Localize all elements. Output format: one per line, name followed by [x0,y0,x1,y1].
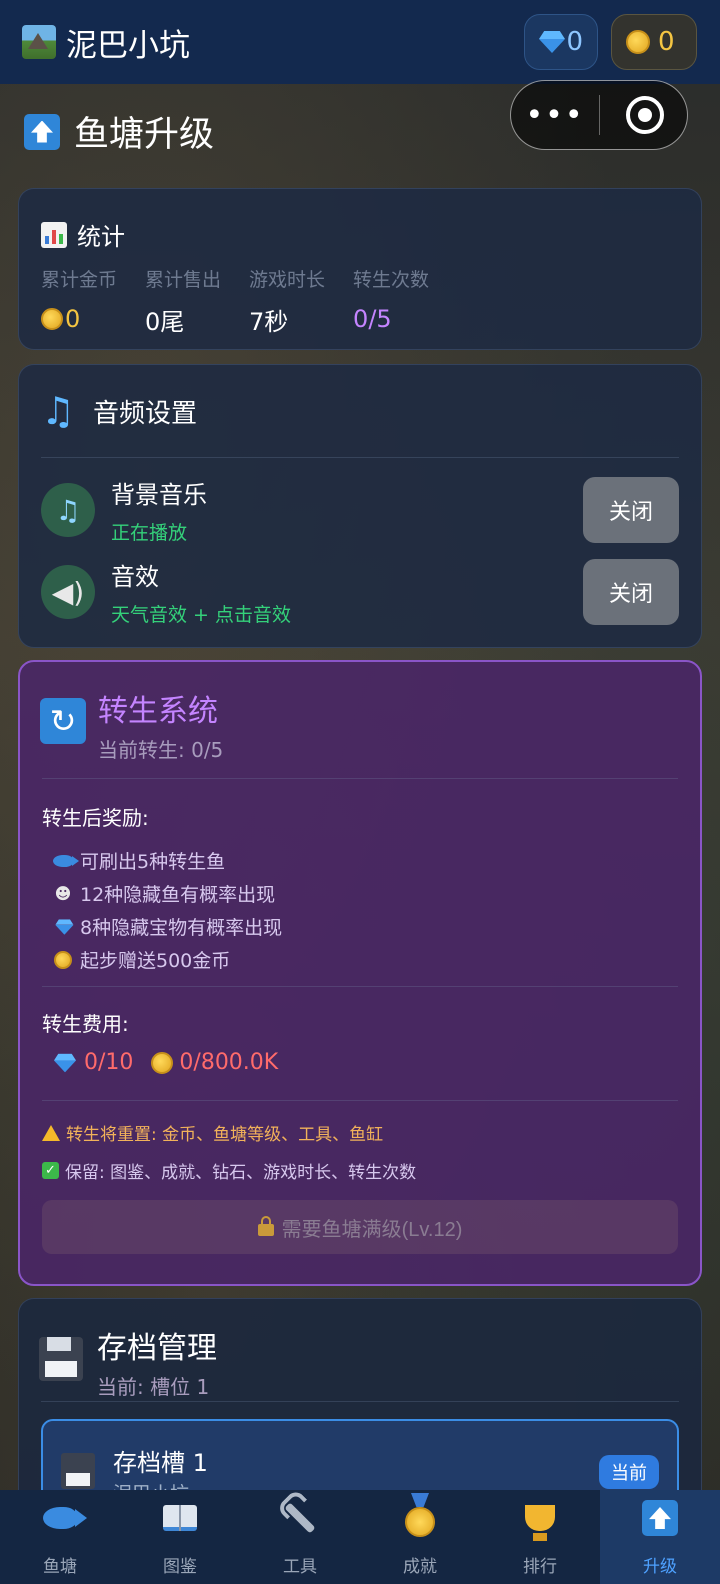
bgm-toggle-button[interactable]: 关闭 [583,477,679,543]
warning-icon [42,1124,60,1141]
rebirth-card: ↻ 转生系统 当前转生: 0/5 转生后奖励: 可刷出5种转生鱼 ☻ 12种隐藏鱼… [18,660,702,1286]
rebirth-button[interactable]: 需要鱼塘满级(Lv.12) [42,1200,678,1254]
stats-card: 统计 累计金币 0 累计售出 0尾 游戏时长 7秒 转生次数 0/5 [18,188,702,350]
rebirth-current: 当前转生: 0/5 [98,738,224,762]
trophy-icon [525,1505,555,1541]
medal-icon [405,1507,435,1537]
sfx-status: 天气音效 + 点击音效 [111,604,291,626]
audio-title: 音频设置 [93,398,198,429]
bgm-row: ♫ 背景音乐 正在播放 关闭 [41,477,679,544]
bgm-status: 正在播放 [111,522,188,544]
sfx-label: 音效 [111,563,159,591]
wrench-icon [284,1502,316,1534]
diamond-icon [54,1053,76,1072]
music-notes-icon: ♫ [41,483,95,537]
reward-item: 起步赠送500金币 [52,943,282,976]
music-note-icon: ♫ [41,389,76,433]
current-badge: 当前 [599,1455,659,1489]
tab-upgrade[interactable]: 升级 [600,1490,720,1584]
ghost-icon: ☻ [54,884,72,903]
rewards-label: 转生后奖励: [42,806,149,830]
save-title: 存档管理 [97,1331,217,1366]
coin-icon [41,308,63,330]
stat-total-sold: 累计售出 0尾 [145,269,222,336]
divider [42,1100,678,1101]
refresh-icon: ↻ [40,698,86,744]
rebirth-title: 转生系统 [98,694,218,729]
capsule-divider [599,95,600,135]
gem-count: 0 [566,27,583,57]
diamond-icon [55,919,70,934]
coin-counter[interactable]: 0 [611,14,697,70]
check-icon: ✓ [42,1162,59,1179]
divider [41,457,679,458]
coin-count: 0 [658,27,675,57]
tab-leaderboard[interactable]: 排行 [480,1490,600,1584]
reward-item: 可刷出5种转生鱼 [52,844,282,877]
bgm-label: 背景音乐 [111,481,207,509]
tab-achievements[interactable]: 成就 [360,1490,480,1584]
coin-icon [626,30,650,54]
bar-chart-icon [41,221,67,248]
book-icon [163,1505,197,1531]
audio-header: ♫ 音频设置 [41,389,197,433]
save-current: 当前: 槽位 1 [97,1375,210,1399]
stat-rebirth-count: 转生次数 0/5 [353,269,430,333]
coin-icon [54,950,72,969]
miniprogram-capsule: ••• [510,80,688,150]
stats-title: 统计 [77,223,125,251]
rebirth-cost: 0/10 0/800.0K [52,1050,278,1075]
coin-icon [151,1051,174,1074]
stats-header: 统计 [41,217,125,252]
more-menu-button[interactable]: ••• [511,98,599,133]
stat-play-time: 游戏时长 7秒 [249,269,326,336]
landscape-icon [22,25,56,59]
floppy-disk-icon [61,1453,95,1489]
reward-item: 8种隐藏宝物有概率出现 [52,910,282,943]
sfx-toggle-button[interactable]: 关闭 [583,559,679,625]
tab-pond[interactable]: 鱼塘 [0,1490,120,1584]
fish-icon [53,854,79,867]
fish-icon [43,1507,87,1529]
bottom-tab-bar: 鱼塘 图鉴 工具 成就 排行 升级 [0,1490,720,1584]
tab-tools[interactable]: 工具 [240,1490,360,1584]
target-icon [638,108,652,122]
slot-title: 存档槽 1 [113,1449,208,1477]
tab-collection[interactable]: 图鉴 [120,1490,240,1584]
page-title: 鱼塘升级 [74,115,215,155]
divider [41,1401,679,1402]
audio-settings-card: ♫ 音频设置 ♫ 背景音乐 正在播放 关闭 ◀) 音效 天气音效 + 点击音效 … [18,364,702,648]
upgrade-icon [642,1500,678,1536]
divider [42,778,678,779]
floppy-disk-icon [39,1337,83,1381]
reward-item: ☻ 12种隐藏鱼有概率出现 [52,877,282,910]
keep-note: ✓ 保留: 图鉴、成就、钻石、游戏时长、转生次数 [42,1158,416,1183]
sfx-row: ◀) 音效 天气音效 + 点击音效 关闭 [41,559,679,626]
speaker-icon: ◀) [41,565,95,619]
reset-warning: 转生将重置: 金币、鱼塘等级、工具、鱼缸 [42,1120,383,1145]
cost-coins: 0/800.0K [179,1050,279,1075]
stats-grid: 累计金币 0 累计售出 0尾 游戏时长 7秒 转生次数 0/5 [41,265,457,336]
stat-total-coins: 累计金币 0 [41,269,118,333]
rewards-list: 可刷出5种转生鱼 ☻ 12种隐藏鱼有概率出现 8种隐藏宝物有概率出现 起步赠送50… [52,844,282,976]
gem-counter[interactable]: 0 [524,14,598,70]
upgrade-icon [24,113,60,150]
app-title: 泥巴小坑 [66,27,190,64]
cost-label: 转生费用: [42,1012,129,1036]
diamond-icon [539,31,560,53]
page-header: 鱼塘升级 [24,106,214,157]
cost-gems: 0/10 [84,1050,134,1075]
close-miniprogram-button[interactable] [626,96,664,134]
lock-icon [257,1216,274,1236]
divider [42,986,678,987]
